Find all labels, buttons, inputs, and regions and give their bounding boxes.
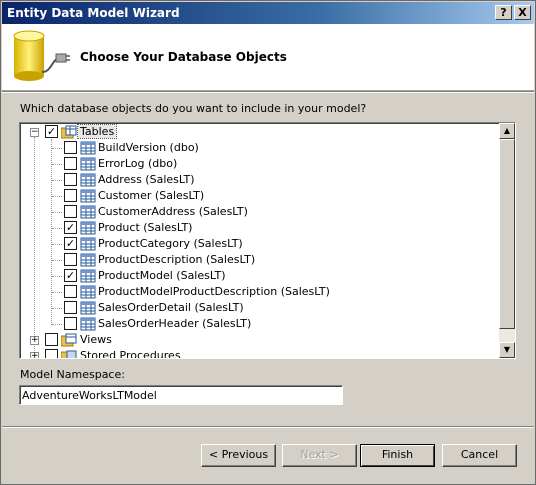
help-button[interactable]: ?: [495, 5, 512, 20]
table-icon: [80, 157, 96, 171]
table-label: ProductModelProductDescription (SalesLT): [98, 285, 330, 298]
divider: [2, 426, 534, 428]
model-namespace-input[interactable]: [19, 385, 343, 405]
table-checkbox[interactable]: ✓: [64, 237, 77, 250]
table-label: ProductDescription (SalesLT): [98, 253, 256, 266]
cancel-button[interactable]: Cancel: [442, 444, 517, 467]
tree-connector: [52, 260, 62, 261]
tree-node-table[interactable]: ProductDescription (SalesLT): [20, 252, 380, 268]
tree-node-table[interactable]: SalesOrderDetail (SalesLT): [20, 300, 380, 316]
table-checkbox[interactable]: [64, 173, 77, 186]
tree-connector: [52, 228, 62, 229]
tables-checkbox[interactable]: ✓: [45, 125, 58, 138]
views-label: Views: [80, 333, 112, 346]
tree-node-table[interactable]: ErrorLog (dbo): [20, 156, 380, 172]
table-label: Product (SalesLT): [98, 221, 193, 234]
tree-connector: [52, 180, 62, 181]
table-icon: [80, 317, 96, 331]
model-namespace-label: Model Namespace:: [20, 368, 125, 381]
table-icon: [80, 301, 96, 315]
tree-connector: [52, 164, 62, 165]
tree-node-stored-procedures[interactable]: + Stored Procedures: [20, 348, 200, 359]
folder-tables-icon: [61, 125, 77, 139]
table-icon: [80, 221, 96, 235]
table-icon: [80, 269, 96, 283]
tree-connector: [52, 148, 62, 149]
table-icon: [80, 253, 96, 267]
tree-node-table[interactable]: ProductModelProductDescription (SalesLT): [20, 284, 380, 300]
stored-procedures-checkbox[interactable]: [45, 349, 58, 358]
table-label: Customer (SalesLT): [98, 189, 205, 202]
tree-connector: [52, 196, 62, 197]
tree-node-table[interactable]: BuildVersion (dbo): [20, 140, 380, 156]
table-icon: [80, 205, 96, 219]
table-label: Address (SalesLT): [98, 173, 195, 186]
close-button[interactable]: X: [514, 5, 531, 20]
scroll-down-icon[interactable]: ▼: [499, 342, 515, 358]
tree-scrollbar[interactable]: ▲ ▼: [499, 123, 515, 358]
tree-node-table[interactable]: Address (SalesLT): [20, 172, 380, 188]
title-bar: Entity Data Model Wizard ? X: [2, 2, 534, 24]
table-label: SalesOrderDetail (SalesLT): [98, 301, 244, 314]
tree-node-table[interactable]: ✓ Product (SalesLT): [20, 220, 380, 236]
table-checkbox[interactable]: ✓: [64, 221, 77, 234]
database-connection-icon: [13, 30, 70, 81]
table-checkbox[interactable]: ✓: [64, 269, 77, 282]
table-checkbox[interactable]: [64, 301, 77, 314]
expand-icon[interactable]: +: [30, 352, 39, 358]
tree-node-table[interactable]: ✓ ProductCategory (SalesLT): [20, 236, 380, 252]
tree-node-tables[interactable]: − ✓ Tables: [20, 124, 140, 140]
table-icon: [80, 173, 96, 187]
collapse-icon[interactable]: −: [30, 128, 39, 137]
window-title: Entity Data Model Wizard: [7, 6, 180, 20]
table-label: ErrorLog (dbo): [98, 157, 178, 170]
tree-connector: [52, 324, 62, 325]
tree-node-table[interactable]: Customer (SalesLT): [20, 188, 380, 204]
tree-connector: [52, 244, 62, 245]
table-icon: [80, 189, 96, 203]
table-checkbox[interactable]: [64, 157, 77, 170]
folder-procedures-icon: [61, 350, 77, 358]
finish-button[interactable]: Finish: [360, 444, 435, 467]
table-checkbox[interactable]: [64, 205, 77, 218]
table-checkbox[interactable]: [64, 317, 77, 330]
table-icon: [80, 285, 96, 299]
database-objects-tree[interactable]: − ✓ Tables BuildVersion (dbo) ErrorLog (d…: [19, 122, 516, 359]
tree-node-views[interactable]: + Views: [20, 332, 140, 348]
table-checkbox[interactable]: [64, 141, 77, 154]
tree-node-table[interactable]: SalesOrderHeader (SalesLT): [20, 316, 380, 332]
table-icon: [80, 141, 96, 155]
scroll-thumb[interactable]: [499, 139, 515, 329]
previous-button[interactable]: < Previous: [201, 444, 276, 467]
table-checkbox[interactable]: [64, 253, 77, 266]
tree-connector: [52, 292, 62, 293]
wizard-window: Entity Data Model Wizard ? X Choose Your…: [0, 0, 536, 485]
tree-connector: [52, 212, 62, 213]
scroll-up-icon[interactable]: ▲: [499, 123, 515, 139]
page-title: Choose Your Database Objects: [80, 50, 287, 64]
tables-label: Tables: [76, 124, 118, 139]
next-button[interactable]: Next >: [282, 444, 357, 467]
divider: [2, 91, 534, 93]
table-icon: [80, 237, 96, 251]
table-checkbox[interactable]: [64, 285, 77, 298]
table-checkbox[interactable]: [64, 189, 77, 202]
tree-node-table[interactable]: CustomerAddress (SalesLT): [20, 204, 380, 220]
table-label: ProductModel (SalesLT): [98, 269, 226, 282]
expand-icon[interactable]: +: [30, 336, 39, 345]
tree-connector: [52, 308, 62, 309]
views-checkbox[interactable]: [45, 333, 58, 346]
folder-views-icon: [61, 333, 77, 347]
table-label: BuildVersion (dbo): [98, 141, 199, 154]
tree-node-table[interactable]: ✓ ProductModel (SalesLT): [20, 268, 380, 284]
table-label: CustomerAddress (SalesLT): [98, 205, 248, 218]
question-label: Which database objects do you want to in…: [20, 102, 367, 115]
tree-connector: [52, 276, 62, 277]
table-label: SalesOrderHeader (SalesLT): [98, 317, 252, 330]
stored-procedures-label: Stored Procedures: [80, 349, 181, 359]
header-band: Choose Your Database Objects: [2, 24, 534, 91]
table-label: ProductCategory (SalesLT): [98, 237, 243, 250]
